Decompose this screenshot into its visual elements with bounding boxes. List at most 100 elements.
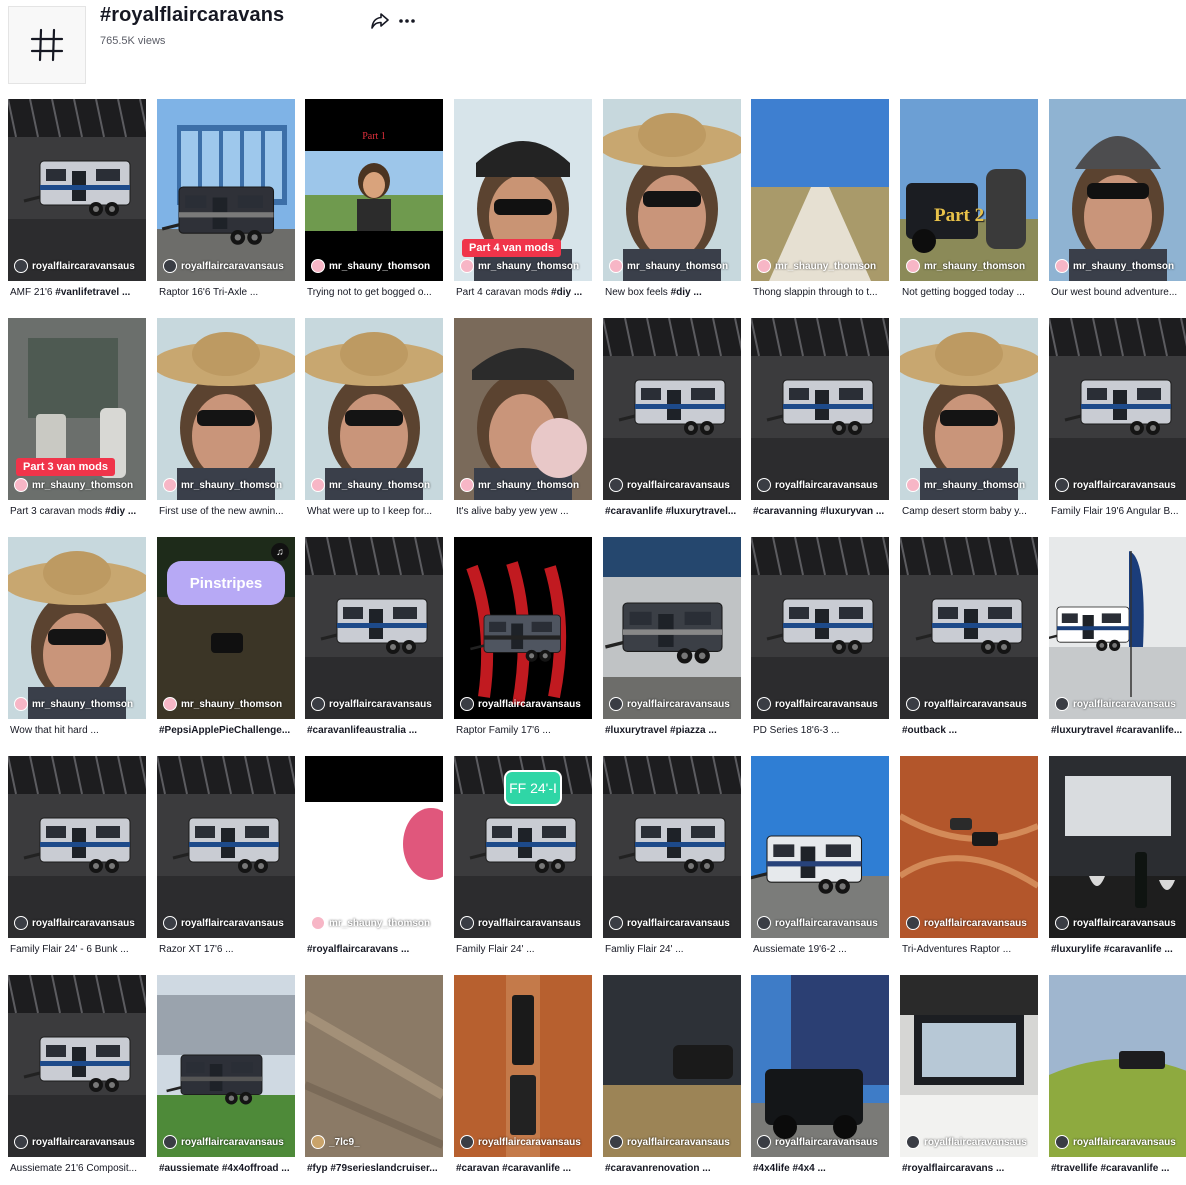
- video-caption[interactable]: Tri-Adventures Raptor ...: [902, 944, 1038, 955]
- video-card[interactable]: royalflaircaravansaus #luxurytravel #pia…: [603, 537, 741, 747]
- caption-hashtags[interactable]: #caravanlifeaustralia ...: [307, 725, 417, 736]
- video-thumbnail[interactable]: royalflaircaravansaus: [8, 99, 146, 281]
- video-author[interactable]: royalflaircaravansaus: [1055, 478, 1176, 492]
- video-author[interactable]: mr_shauny_thomson: [460, 259, 579, 273]
- video-card[interactable]: Part 1 mr_shauny_thomson Trying not to g…: [305, 99, 443, 309]
- video-author[interactable]: mr_shauny_thomson: [757, 259, 876, 273]
- video-thumbnail[interactable]: FF 24'-I royalflaircaravansaus: [454, 756, 592, 938]
- video-caption[interactable]: #fyp #79serieslandcruiser...: [307, 1163, 443, 1174]
- video-author[interactable]: mr_shauny_thomson: [14, 478, 133, 492]
- video-thumbnail[interactable]: royalflaircaravansaus: [603, 756, 741, 938]
- caption-hashtags[interactable]: #luxurytravel #piazza ...: [605, 725, 717, 736]
- video-caption[interactable]: #outback ...: [902, 725, 1038, 736]
- video-card[interactable]: royalflaircaravansaus Tri-Adventures Rap…: [900, 756, 1038, 966]
- video-thumbnail[interactable]: mr_shauny_thomson: [157, 318, 295, 500]
- video-thumbnail[interactable]: royalflaircaravansaus: [751, 756, 889, 938]
- video-author[interactable]: royalflaircaravansaus: [163, 916, 284, 930]
- video-caption[interactable]: It's alive baby yew yew ...: [456, 506, 592, 517]
- video-thumbnail[interactable]: mr_shauny_thomson: [900, 318, 1038, 500]
- video-caption[interactable]: Raptor Family 17'6 ...: [456, 725, 592, 736]
- video-author[interactable]: royalflaircaravansaus: [311, 697, 432, 711]
- video-card[interactable]: mr_shauny_thomson #royalflaircaravans ..…: [305, 756, 443, 966]
- video-author[interactable]: mr_shauny_thomson: [609, 259, 728, 273]
- video-thumbnail[interactable]: royalflaircaravansaus: [603, 537, 741, 719]
- video-thumbnail[interactable]: mr_shauny_thomson: [305, 318, 443, 500]
- video-author[interactable]: royalflaircaravansaus: [906, 1135, 1027, 1149]
- video-author[interactable]: royalflaircaravansaus: [163, 259, 284, 273]
- video-caption[interactable]: #caravanlifeaustralia ...: [307, 725, 443, 736]
- video-author[interactable]: royalflaircaravansaus: [460, 916, 581, 930]
- video-author[interactable]: mr_shauny_thomson: [906, 478, 1025, 492]
- video-thumbnail[interactable]: royalflaircaravansaus: [305, 537, 443, 719]
- video-card[interactable]: royalflaircaravansaus Razor XT 17'6 ...: [157, 756, 295, 966]
- video-caption[interactable]: Family Flair 24' - 6 Bunk ...: [10, 944, 146, 955]
- video-card[interactable]: royalflaircaravansaus Family Flair 19'6 …: [1049, 318, 1186, 528]
- video-card[interactable]: royalflaircaravansaus #caravan #caravanl…: [454, 975, 592, 1185]
- video-caption[interactable]: Thong slappin through to t...: [753, 287, 889, 298]
- video-caption[interactable]: Family Flair 24' ...: [456, 944, 592, 955]
- video-card[interactable]: royalflaircaravansaus #outback ...: [900, 537, 1038, 747]
- video-thumbnail[interactable]: royalflaircaravansaus: [603, 318, 741, 500]
- video-thumbnail[interactable]: royalflaircaravansaus: [1049, 537, 1186, 719]
- video-card[interactable]: mr_shauny_thomson New box feels #diy ...: [603, 99, 741, 309]
- video-card[interactable]: FF 24'-I royalflaircaravansaus Family Fl…: [454, 756, 592, 966]
- video-card[interactable]: Part 4 van mods mr_shauny_thomson Part 4…: [454, 99, 592, 309]
- video-author[interactable]: royalflaircaravansaus: [1055, 1135, 1176, 1149]
- video-thumbnail[interactable]: mr_shauny_thomson: [751, 99, 889, 281]
- caption-tags[interactable]: #diy ...: [105, 506, 136, 517]
- video-caption[interactable]: Aussiemate 19'6-2 ...: [753, 944, 889, 955]
- video-caption[interactable]: #caravanning #luxuryvan ...: [753, 506, 889, 517]
- video-thumbnail[interactable]: royalflaircaravansaus: [8, 975, 146, 1157]
- video-caption[interactable]: Trying not to get bogged o...: [307, 287, 443, 298]
- video-caption[interactable]: AMF 21'6 #vanlifetravel ...: [10, 287, 146, 298]
- video-card[interactable]: royalflaircaravansaus #caravanning #luxu…: [751, 318, 889, 528]
- video-author[interactable]: mr_shauny_thomson: [311, 478, 430, 492]
- video-thumbnail[interactable]: royalflaircaravansaus: [900, 537, 1038, 719]
- video-thumbnail[interactable]: royalflaircaravansaus: [751, 318, 889, 500]
- caption-hashtags[interactable]: #luxurytravel #caravanlife...: [1051, 725, 1182, 736]
- video-caption[interactable]: Famliy Flair 24' ...: [605, 944, 741, 955]
- caption-hashtags[interactable]: #caravanning #luxuryvan ...: [753, 506, 884, 517]
- video-thumbnail[interactable]: royalflaircaravansaus: [603, 975, 741, 1157]
- caption-hashtags[interactable]: #royalflaircaravans ...: [902, 1163, 1004, 1174]
- video-author[interactable]: mr_shauny_thomson: [460, 478, 579, 492]
- video-thumbnail[interactable]: Part 4 van mods mr_shauny_thomson: [454, 99, 592, 281]
- video-caption[interactable]: #caravan #caravanlife ...: [456, 1163, 592, 1174]
- video-author[interactable]: mr_shauny_thomson: [906, 259, 1025, 273]
- video-thumbnail[interactable]: royalflaircaravansaus: [1049, 318, 1186, 500]
- video-card[interactable]: royalflaircaravansaus Family Flair 24' -…: [8, 756, 146, 966]
- caption-hashtags[interactable]: #caravanlife #luxurytravel...: [605, 506, 736, 517]
- video-caption[interactable]: Camp desert storm baby y...: [902, 506, 1038, 517]
- caption-hashtags[interactable]: #caravanrenovation ...: [605, 1163, 711, 1174]
- video-thumbnail[interactable]: Part 1 mr_shauny_thomson: [305, 99, 443, 281]
- caption-hashtags[interactable]: #aussiemate #4x4offroad ...: [159, 1163, 290, 1174]
- caption-hashtags[interactable]: #luxurylife #caravanlife ...: [1051, 944, 1173, 955]
- caption-hashtags[interactable]: #4x4life #4x4 ...: [753, 1163, 826, 1174]
- video-card[interactable]: royalflaircaravansaus Aussiemate 21'6 Co…: [8, 975, 146, 1185]
- video-thumbnail[interactable]: royalflaircaravansaus: [751, 975, 889, 1157]
- video-caption[interactable]: #caravanlife #luxurytravel...: [605, 506, 741, 517]
- video-author[interactable]: _7lc9_: [311, 1135, 360, 1149]
- video-thumbnail[interactable]: royalflaircaravansaus: [157, 99, 295, 281]
- video-card[interactable]: royalflaircaravansaus #caravanrenovation…: [603, 975, 741, 1185]
- video-caption[interactable]: New box feels #diy ...: [605, 287, 741, 298]
- caption-tags[interactable]: #diy ...: [671, 287, 702, 298]
- caption-hashtags[interactable]: #royalflaircaravans ...: [307, 944, 409, 955]
- video-author[interactable]: royalflaircaravansaus: [609, 478, 730, 492]
- video-card[interactable]: mr_shauny_thomson Camp desert storm baby…: [900, 318, 1038, 528]
- share-button[interactable]: [369, 10, 391, 32]
- video-thumbnail[interactable]: royalflaircaravansaus: [157, 756, 295, 938]
- video-author[interactable]: royalflaircaravansaus: [1055, 697, 1176, 711]
- video-thumbnail[interactable]: royalflaircaravansaus: [900, 756, 1038, 938]
- video-card[interactable]: royalflaircaravansaus Raptor Family 17'6…: [454, 537, 592, 747]
- video-caption[interactable]: #travellife #caravanlife ...: [1051, 1163, 1186, 1174]
- video-author[interactable]: royalflaircaravansaus: [460, 697, 581, 711]
- video-author[interactable]: royalflaircaravansaus: [757, 697, 878, 711]
- video-card[interactable]: mr_shauny_thomson It's alive baby yew ye…: [454, 318, 592, 528]
- video-card[interactable]: royalflaircaravansaus Raptor 16'6 Tri-Ax…: [157, 99, 295, 309]
- video-caption[interactable]: Our west bound adventure...: [1051, 287, 1186, 298]
- video-caption[interactable]: #royalflaircaravans ...: [902, 1163, 1038, 1174]
- video-card[interactable]: mr_shauny_thomson Wow that hit hard ...: [8, 537, 146, 747]
- video-author[interactable]: royalflaircaravansaus: [757, 1135, 878, 1149]
- video-caption[interactable]: What were up to I keep for...: [307, 506, 443, 517]
